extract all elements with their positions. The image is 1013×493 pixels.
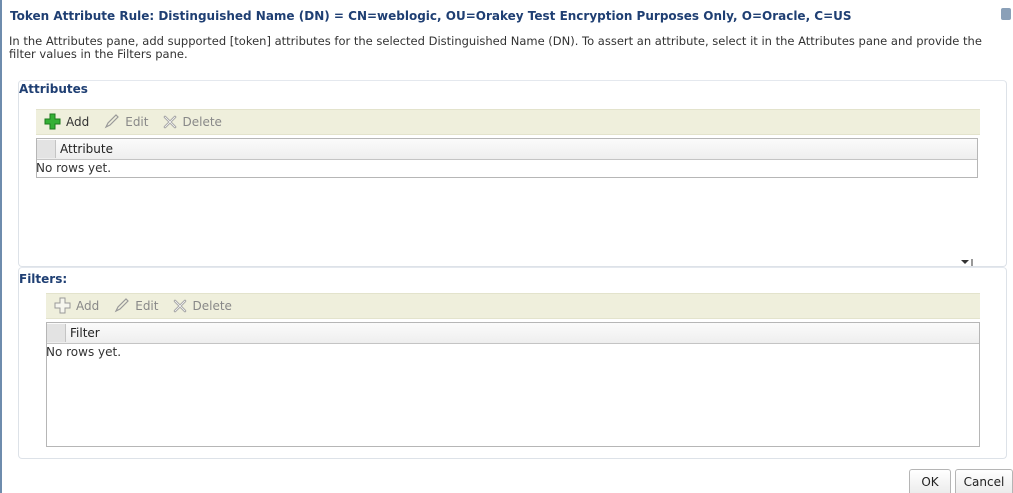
filters-add-button[interactable]: Add [54, 297, 99, 315]
pencil-icon [104, 114, 120, 129]
filters-table-header: Filter [47, 323, 979, 344]
close-icon[interactable] [1001, 8, 1011, 20]
delete-icon [174, 299, 187, 313]
filters-empty-text: No rows yet. [46, 345, 122, 359]
filters-add-label: Add [76, 299, 100, 313]
instruction-text: In the Attributes pane, add supported [t… [9, 34, 982, 61]
select-all-cell[interactable] [37, 140, 56, 158]
dialog-left-border [0, 0, 2, 493]
filters-edit-label: Edit [135, 299, 159, 313]
filters-delete-button[interactable]: Delete [172, 298, 232, 314]
attributes-edit-label: Edit [125, 115, 149, 129]
splitter-collapse-icon[interactable] [957, 259, 973, 266]
attributes-section-title: Attributes [19, 82, 88, 96]
select-all-cell[interactable] [47, 324, 66, 342]
attributes-edit-button[interactable]: Edit [103, 114, 148, 130]
filters-table: Filter [46, 322, 980, 447]
attributes-delete-label: Delete [182, 115, 222, 129]
add-icon [54, 297, 71, 314]
attributes-add-button[interactable]: Add [44, 113, 89, 131]
filters-toolbar: Add Edit Delete [46, 293, 980, 319]
attributes-delete-button[interactable]: Delete [162, 114, 222, 130]
dialog-title: Token Attribute Rule: Distinguished Name… [10, 9, 852, 23]
delete-icon [164, 115, 177, 129]
add-icon [44, 113, 61, 130]
attributes-add-label: Add [66, 115, 90, 129]
attributes-empty-text: No rows yet. [36, 161, 112, 175]
filters-edit-button[interactable]: Edit [113, 298, 158, 314]
pencil-icon [114, 298, 130, 313]
cancel-button[interactable]: Cancel [955, 469, 1013, 493]
attributes-toolbar: Add Edit Delete [36, 109, 980, 135]
filter-column-header[interactable]: Filter [66, 326, 100, 340]
attributes-table: Attribute [36, 138, 978, 178]
attributes-table-header: Attribute [37, 139, 977, 160]
filters-delete-label: Delete [192, 299, 232, 313]
attribute-column-header[interactable]: Attribute [56, 142, 113, 156]
filters-section-title: Filters: [19, 272, 68, 286]
ok-button[interactable]: OK [909, 469, 951, 493]
